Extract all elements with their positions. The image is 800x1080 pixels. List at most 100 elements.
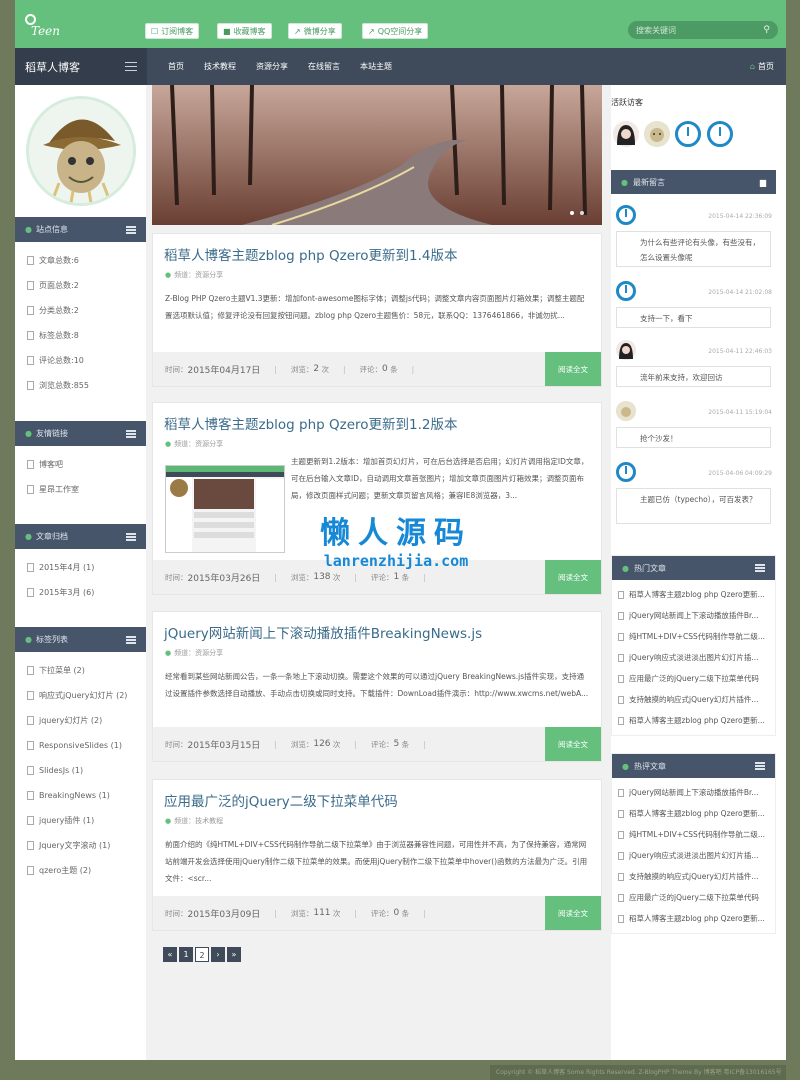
widget-header: ● 友情链接 <box>15 421 146 446</box>
commenter-avatar[interactable] <box>616 205 636 225</box>
hero-slider[interactable] <box>152 85 602 225</box>
post-title[interactable]: 稻草人博客主题zblog php Qzero更新到1.2版本 <box>164 413 601 433</box>
search-icon[interactable]: ⚲ <box>763 25 770 35</box>
home-link[interactable]: ⌂ 首页 <box>750 48 774 85</box>
widget-header: ● 热门文章 <box>612 556 775 580</box>
first-page-button[interactable]: « <box>163 947 177 962</box>
post-title[interactable]: 应用最广泛的jQuery二级下拉菜单代码 <box>164 790 601 810</box>
watermark-en: lanrenzhijia.com <box>323 552 469 570</box>
visitor-avatar[interactable] <box>613 121 639 147</box>
visitor-avatar[interactable] <box>644 121 670 147</box>
rss-icon: ☐ <box>151 26 159 36</box>
nav-item-home[interactable]: 首页 <box>158 48 194 85</box>
hot-post-item[interactable]: 支持触摸的响应式jQuery幻灯片插件... <box>612 689 775 710</box>
hot-comment-post-item[interactable]: 稻草人博客主题zblog php Qzero更新... <box>612 908 775 929</box>
qzone-share-button[interactable]: ↗ QQ空间分享 <box>362 23 429 39</box>
hot-comment-post-item[interactable]: 支持触摸的响应式jQuery幻灯片插件... <box>612 866 775 887</box>
hot-post-item[interactable]: 纯HTML+DIV+CSS代码制作导航二级... <box>612 626 775 647</box>
visitor-avatar-power-icon[interactable] <box>675 121 701 147</box>
post-thumbnail[interactable] <box>165 465 285 553</box>
comment-time: 2015-04-14 21:02:08 <box>708 289 772 296</box>
comment-text[interactable]: 支持一下，看下 <box>616 307 771 328</box>
archive-item[interactable]: 2015年4月 (1) <box>15 555 146 580</box>
hot-post-item[interactable]: 稻草人博客主题zblog php Qzero更新... <box>612 584 775 605</box>
nav-items: 首页 技术教程 资源分享 在线留言 本站主题 <box>158 48 402 85</box>
post-title[interactable]: 稻草人博客主题zblog php Qzero更新到1.4版本 <box>164 244 601 264</box>
archive-item[interactable]: 2015年3月 (6) <box>15 580 146 605</box>
bookmark-icon: ■ <box>223 26 231 36</box>
share-icon: ↗ <box>294 26 301 36</box>
link-item[interactable]: 博客吧 <box>15 452 146 477</box>
doc-icon <box>27 331 34 340</box>
tag-item[interactable]: 响应式jQuery幻灯片 (2) <box>15 683 146 708</box>
post-category[interactable]: ● 频道：资源分享 <box>165 270 601 280</box>
hot-post-item[interactable]: 应用最广泛的jQuery二级下拉菜单代码 <box>612 668 775 689</box>
comment-text[interactable]: 流年前来支持，欢迎回访 <box>616 366 771 387</box>
next-page-button[interactable]: › <box>211 947 225 962</box>
doc-icon <box>27 281 34 290</box>
post-category[interactable]: ● 频道：资源分享 <box>165 439 601 449</box>
post-category[interactable]: ● 频道：技术教程 <box>165 816 601 826</box>
hot-comment-post-item[interactable]: 纯HTML+DIV+CSS代码制作导航二级... <box>612 824 775 845</box>
doc-icon <box>27 791 34 800</box>
nav-item-guestbook[interactable]: 在线留言 <box>298 48 350 85</box>
tag-item[interactable]: Jquery文字滚动 (1) <box>15 833 146 858</box>
read-more-button[interactable]: 阅读全文 <box>545 896 601 930</box>
hot-post-item[interactable]: jQuery响应式淡进淡出图片幻灯片插... <box>612 647 775 668</box>
tag-item[interactable]: BreakingNews (1) <box>15 783 146 808</box>
list-icon <box>755 564 765 572</box>
tag-item[interactable]: jquery插件 (1) <box>15 808 146 833</box>
hot-comment-post-item[interactable]: 应用最广泛的jQuery二级下拉菜单代码 <box>612 887 775 908</box>
menu-icon[interactable] <box>125 62 137 71</box>
subscribe-button[interactable]: ☐ 订阅博客 <box>145 23 200 39</box>
hot-comment-post-item[interactable]: 稻草人博客主题zblog php Qzero更新... <box>612 803 775 824</box>
hot-comment-post-item[interactable]: jQuery网站新闻上下滚动播放插件Br... <box>612 782 775 803</box>
tag-item[interactable]: SlidesJs (1) <box>15 758 146 783</box>
search-input[interactable] <box>636 25 746 35</box>
comment-text[interactable]: 为什么有些评论有头像，有些没有，怎么设置头像呢 <box>616 231 771 267</box>
commenter-avatar[interactable] <box>616 281 636 301</box>
list-icon <box>755 762 765 770</box>
commenter-avatar[interactable] <box>616 401 636 421</box>
post-title[interactable]: jQuery网站新闻上下滚动播放插件BreakingNews.js <box>164 622 601 642</box>
tag-item[interactable]: ResponsiveSlides (1) <box>15 733 146 758</box>
read-more-button[interactable]: 阅读全文 <box>545 352 601 386</box>
tag-item[interactable]: 下拉菜单 (2) <box>15 658 146 683</box>
read-more-button[interactable]: 阅读全文 <box>545 727 601 761</box>
hot-post-item[interactable]: 稻草人博客主题zblog php Qzero更新... <box>612 710 775 731</box>
doc-icon <box>618 893 624 902</box>
nav-item-tutorials[interactable]: 技术教程 <box>194 48 246 85</box>
doc-icon <box>27 563 34 572</box>
commenter-avatar[interactable] <box>616 462 636 482</box>
nav-item-theme[interactable]: 本站主题 <box>350 48 402 85</box>
bookmark-button[interactable]: ■ 收藏博客 <box>217 23 272 39</box>
link-item[interactable]: 星昂工作室 <box>15 477 146 502</box>
nav-item-resources[interactable]: 资源分享 <box>246 48 298 85</box>
commenter-avatar[interactable] <box>616 340 636 360</box>
weibo-share-button[interactable]: ↗ 微博分享 <box>288 23 342 39</box>
site-logo[interactable]: Teen <box>25 14 60 42</box>
page-2-button[interactable]: 2 <box>195 947 209 962</box>
hot-post-item[interactable]: jQuery网站新闻上下滚动播放插件Br... <box>612 605 775 626</box>
theme-screenshot-image <box>166 466 284 552</box>
tag-item[interactable]: jquery幻灯片 (2) <box>15 708 146 733</box>
doc-icon <box>618 611 624 620</box>
doc-icon <box>27 381 34 390</box>
last-page-button[interactable]: » <box>227 947 241 962</box>
comment-text[interactable]: 主题已仿（typecho），可百发表？ <box>616 488 771 524</box>
brand[interactable]: 稻草人博客 <box>15 48 147 85</box>
post-category[interactable]: ● 频道：资源分享 <box>165 648 601 658</box>
doc-icon <box>618 716 624 725</box>
comment-time: 2015-04-06 04:09:29 <box>708 470 772 477</box>
read-more-button[interactable]: 阅读全文 <box>545 560 601 594</box>
list-icon <box>126 429 136 438</box>
tag-item[interactable]: qzero主题 (2) <box>15 858 146 883</box>
post-card: 应用最广泛的jQuery二级下拉菜单代码 ● 频道：技术教程 前面介绍的《纯HTM… <box>152 779 602 931</box>
list-icon <box>126 635 136 644</box>
visitor-avatar-power-icon[interactable] <box>707 121 733 147</box>
page-1-button[interactable]: 1 <box>179 947 193 962</box>
doc-icon <box>27 691 34 700</box>
widget-header: ● 标签列表 <box>15 627 146 652</box>
hot-comment-post-item[interactable]: jQuery响应式淡进淡出图片幻灯片插... <box>612 845 775 866</box>
comment-text[interactable]: 抢个沙发！ <box>616 427 771 448</box>
